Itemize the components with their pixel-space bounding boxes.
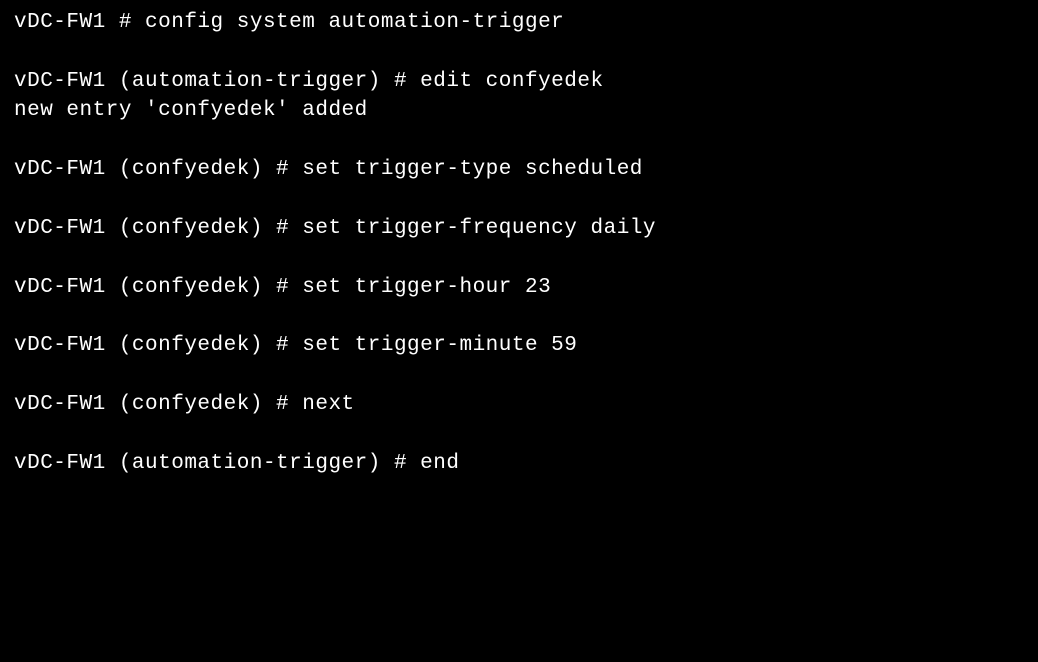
terminal-blank-line (14, 37, 1024, 66)
terminal-blank-line (14, 361, 1024, 390)
terminal-line: vDC-FW1 (confyedek) # set trigger-minute… (14, 331, 1024, 360)
terminal-line: vDC-FW1 (confyedek) # next (14, 390, 1024, 419)
terminal-blank-line (14, 419, 1024, 448)
terminal-line: vDC-FW1 (confyedek) # set trigger-hour 2… (14, 273, 1024, 302)
terminal-line: vDC-FW1 (automation-trigger) # end (14, 449, 1024, 478)
terminal-blank-line (14, 243, 1024, 272)
terminal-line: vDC-FW1 (confyedek) # set trigger-type s… (14, 155, 1024, 184)
terminal-blank-line (14, 302, 1024, 331)
terminal-blank-line (14, 184, 1024, 213)
terminal-blank-line (14, 126, 1024, 155)
terminal-line: vDC-FW1 (automation-trigger) # edit conf… (14, 67, 1024, 96)
terminal-line: vDC-FW1 (confyedek) # set trigger-freque… (14, 214, 1024, 243)
terminal-line: new entry 'confyedek' added (14, 96, 1024, 125)
terminal-line: vDC-FW1 # config system automation-trigg… (14, 8, 1024, 37)
terminal-output: vDC-FW1 # config system automation-trigg… (14, 8, 1024, 478)
